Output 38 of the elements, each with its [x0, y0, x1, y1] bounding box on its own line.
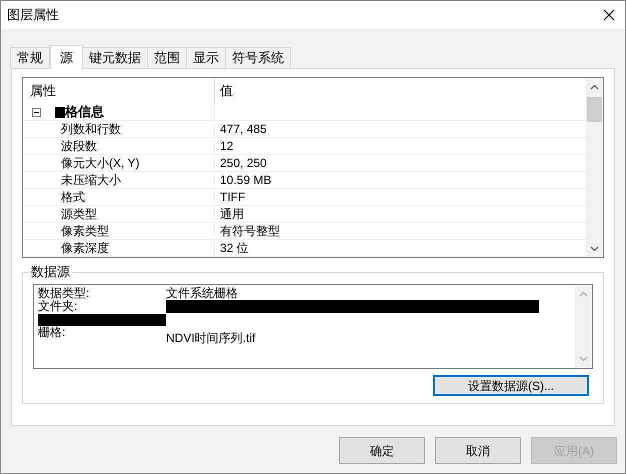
property-value: 250, 250	[219, 155, 267, 172]
group-title: 格信息	[65, 103, 104, 122]
property-name: 波段数	[23, 138, 215, 154]
close-icon[interactable]	[603, 9, 615, 21]
tab[interactable]: 常规	[10, 47, 50, 68]
tab[interactable]: 符号系统	[225, 47, 291, 68]
scroll-up-icon[interactable]	[590, 84, 599, 90]
field-label: 文件夹:	[38, 300, 78, 313]
property-value: 32 位	[219, 240, 249, 257]
property-value: 通用	[219, 206, 244, 223]
property-name: 源类型	[23, 206, 215, 222]
property-name: 像素深度	[23, 240, 215, 256]
property-value: 10.59 MB	[219, 172, 272, 189]
field-label: 数据类型:	[38, 287, 90, 300]
property-name: 格式	[23, 189, 215, 205]
scroll-thumb[interactable]	[587, 97, 602, 122]
dialog-button[interactable]: 确定	[339, 437, 425, 464]
dialog-button[interactable]: 取消	[435, 437, 521, 464]
scroll-down-icon[interactable]	[590, 246, 599, 252]
property-name: 像元大小(X, Y)	[23, 155, 215, 171]
property-name: 列数和行数	[23, 121, 215, 137]
tab[interactable]: 源	[50, 45, 83, 69]
group-title: 数据源	[29, 264, 72, 280]
property-value: TIFF	[219, 189, 246, 206]
property-value: 12	[219, 138, 234, 155]
scrollbar[interactable]	[586, 78, 603, 257]
field-value: NDVI时间序列.tif	[166, 332, 256, 345]
property-name: 未压缩大小	[23, 172, 215, 188]
window-title: 图层属性	[7, 6, 59, 24]
set-data-source-button[interactable]: 设置数据源(S)...	[433, 375, 589, 396]
property-value: 477, 485	[219, 121, 267, 138]
property-name: 像素类型	[23, 223, 215, 239]
collapse-toggle[interactable]	[32, 108, 41, 116]
field-label: 栅格:	[38, 326, 66, 339]
column-header[interactable]: 值	[215, 81, 233, 101]
column-header[interactable]: 属性	[23, 78, 215, 104]
field-value: 文件系统栅格	[166, 287, 238, 300]
property-value: 有符号整型	[219, 223, 280, 240]
